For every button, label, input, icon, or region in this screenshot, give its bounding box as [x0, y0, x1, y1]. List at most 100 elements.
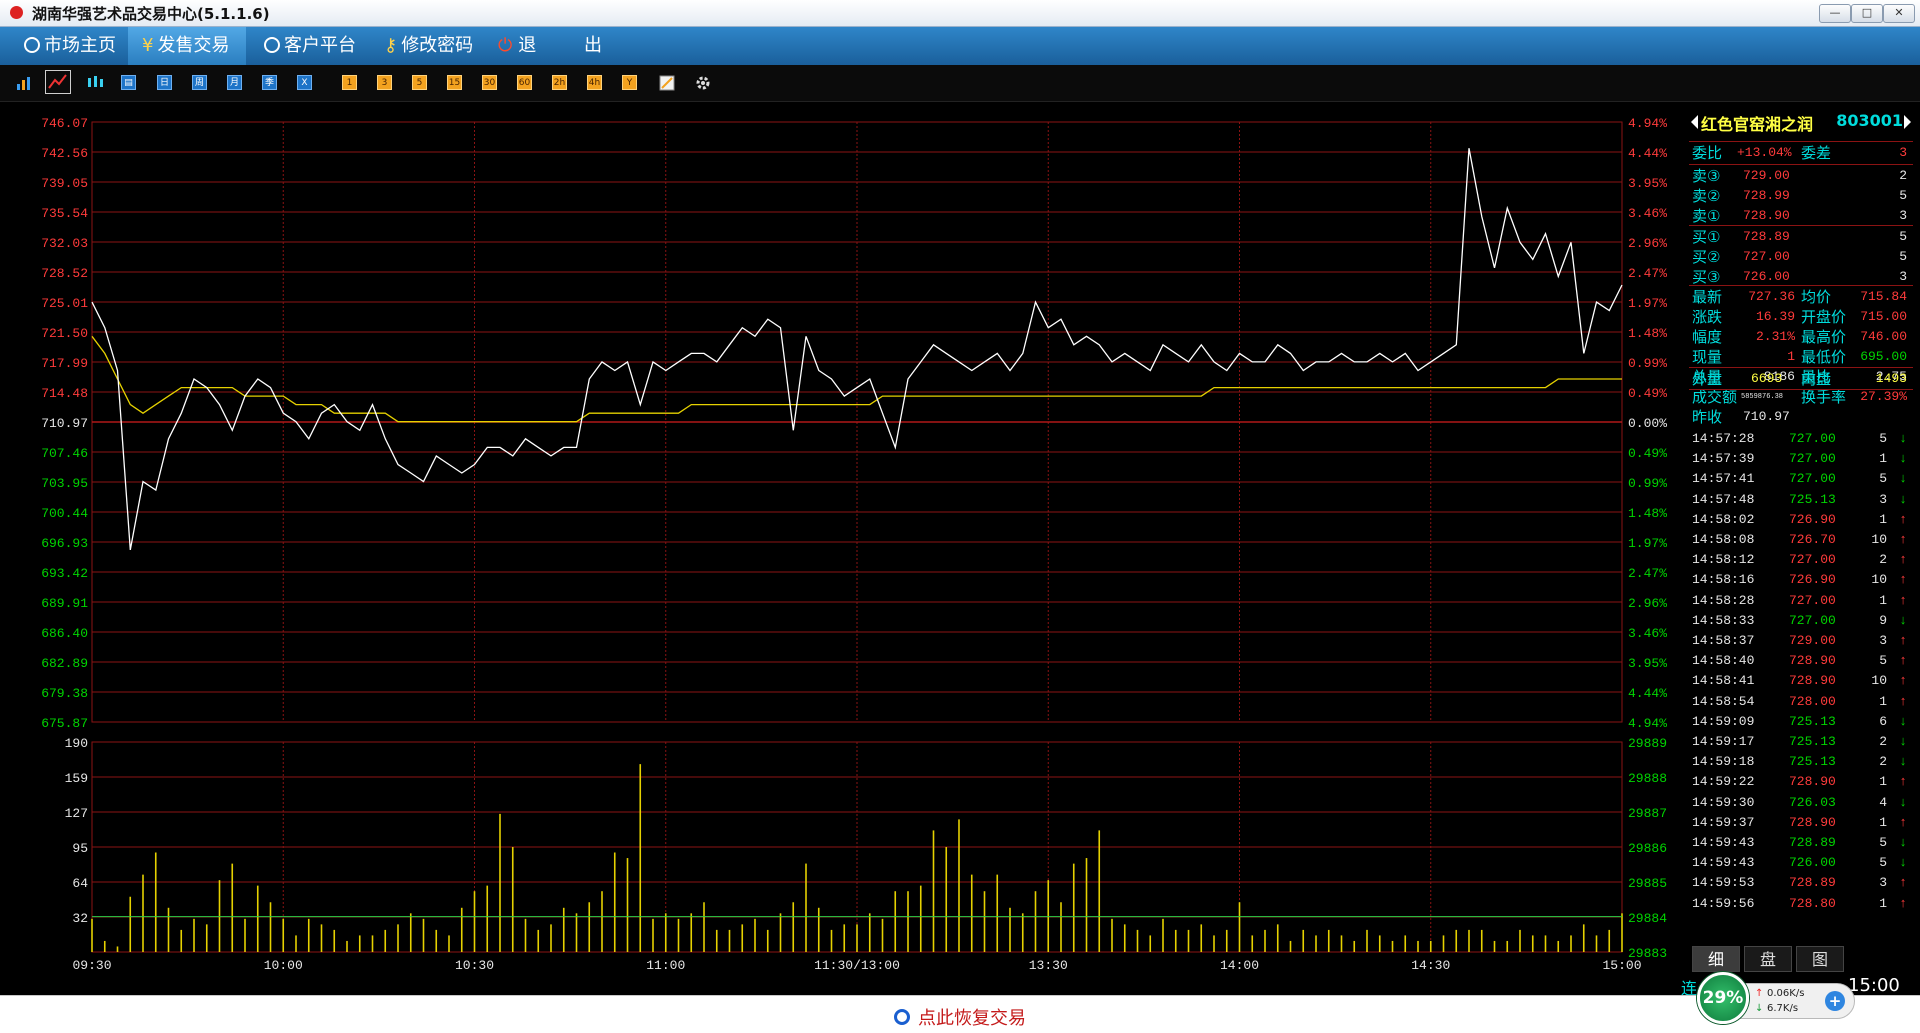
- buy-volume: 5: [1899, 249, 1907, 264]
- sell-level-row[interactable]: 卖② 728.99 5: [1689, 186, 1913, 206]
- power-icon: ⏻: [498, 35, 513, 56]
- price-line: [91, 148, 1623, 551]
- tick-row: 14:58:54 728.00 1 ↑: [1689, 692, 1913, 712]
- minute-5-button[interactable]: 5: [412, 75, 427, 90]
- close-button[interactable]: ✕: [1883, 4, 1915, 23]
- tick-row: 14:59:22 728.90 1 ↑: [1689, 772, 1913, 792]
- download-speed: 6.7K/s: [1767, 1003, 1799, 1014]
- sell-price: 729.00: [1743, 168, 1790, 183]
- arrow-down-icon: ↓: [1899, 754, 1907, 770]
- tick-row: 14:58:28 727.00 1 ↑: [1689, 591, 1913, 611]
- draw-tool-icon[interactable]: [659, 75, 675, 91]
- minute-60-button[interactable]: 60: [517, 75, 532, 90]
- menu-label: 市场主页: [44, 35, 116, 56]
- price-tick-label: 735.54: [41, 206, 88, 221]
- menu-label: 退: [518, 35, 537, 56]
- outer-inner-row: 外盘 6693 内盘 1493: [1689, 369, 1913, 389]
- weibi-value: +13.04%: [1737, 145, 1792, 160]
- upload-icon: ↑: [1755, 988, 1764, 999]
- prevclose-row: 昨收 710.97: [1689, 407, 1913, 427]
- tick-volume: 10: [1871, 532, 1887, 547]
- tick-time: 14:59:43: [1692, 855, 1755, 871]
- download-icon: ↓: [1755, 1003, 1764, 1014]
- minute-30-button[interactable]: 30: [482, 75, 497, 90]
- tick-row: 14:59:37 728.90 1 ↑: [1689, 813, 1913, 833]
- menu-label: 发售交易: [157, 35, 230, 56]
- tick-time: 14:57:41: [1692, 471, 1755, 487]
- price-tick-label: 746.07: [41, 116, 88, 131]
- change-value: 16.39: [1755, 309, 1795, 324]
- tick-row: 14:58:33 727.00 9 ↓: [1689, 611, 1913, 631]
- menu-exit[interactable]: ⏻ 退 出: [498, 27, 608, 65]
- tick-volume: 5: [1879, 431, 1887, 446]
- volume-tick-label: 159: [65, 771, 88, 786]
- arrow-up-icon: ↑: [1899, 653, 1907, 669]
- calendar-icon[interactable]: ▤: [121, 75, 136, 90]
- tick-volume: 5: [1879, 835, 1887, 850]
- curvol-value: 1: [1787, 349, 1795, 364]
- next-stock-icon[interactable]: [1904, 115, 1911, 129]
- prev-stock-icon[interactable]: [1691, 115, 1698, 129]
- period-quarter-button[interactable]: 季: [262, 75, 277, 90]
- tick-row: 14:59:43 726.00 5 ↓: [1689, 853, 1913, 873]
- time-tick-label: 11:00: [646, 958, 685, 973]
- turnrate-label: 换手率: [1801, 388, 1847, 406]
- pct-tick-label: 4.44%: [1628, 146, 1667, 161]
- add-icon[interactable]: +: [1825, 991, 1845, 1011]
- price-tick-label: 679.38: [41, 686, 88, 701]
- hour-4-button[interactable]: 4h: [587, 75, 602, 90]
- buy-level-row[interactable]: 买② 727.00 5: [1689, 247, 1913, 267]
- buy-level-row[interactable]: 买③ 726.00 3: [1689, 267, 1913, 287]
- period-week-button[interactable]: 周: [192, 75, 207, 90]
- tick-time: 14:59:17: [1692, 734, 1755, 749]
- tick-price: 729.00: [1789, 633, 1836, 648]
- sell-level-row[interactable]: 卖③ 729.00 2: [1689, 166, 1913, 186]
- hour-2-button[interactable]: 2h: [552, 75, 567, 90]
- bar-chart-icon[interactable]: [16, 75, 32, 91]
- open-label: 开盘价: [1801, 308, 1847, 326]
- tick-time: 14:58:33: [1692, 612, 1755, 628]
- arrow-down-icon: ↓: [1899, 835, 1907, 850]
- year-button[interactable]: Y: [622, 75, 637, 90]
- network-monitor[interactable]: 29% ↑ 0.06K/s ↓ 6.7K/s +: [1697, 969, 1855, 1025]
- minimize-button[interactable]: —: [1819, 4, 1851, 23]
- pct-tick-label: 4.44%: [1628, 686, 1667, 701]
- tick-volume: 10: [1871, 572, 1887, 588]
- buy-level-row[interactable]: 买① 728.89 5: [1689, 227, 1913, 247]
- tick-price: 728.00: [1789, 693, 1836, 709]
- buy-level-label: 买③: [1692, 268, 1721, 286]
- time-tick-label: 11:30/13:00: [814, 958, 900, 973]
- period-x-button[interactable]: X: [297, 75, 312, 90]
- timeshare-chart-button[interactable]: [45, 70, 71, 94]
- timeshare-chart[interactable]: 746.07 4.94% 742.56 4.44% 739.05 3.95% 735.54 3…: [0, 103, 1689, 995]
- period-day-button[interactable]: 日: [157, 75, 172, 90]
- arrow-down-icon: ↓: [1899, 855, 1907, 871]
- gear-icon[interactable]: [694, 74, 712, 92]
- arrow-down-icon: ↓: [1899, 794, 1907, 810]
- minute-3-button[interactable]: 3: [377, 75, 392, 90]
- period-month-button[interactable]: 月: [227, 75, 242, 90]
- sell-level-row[interactable]: 卖① 728.90 3: [1689, 206, 1913, 226]
- tick-price: 726.00: [1789, 855, 1836, 871]
- status-bar: 点此恢复交易: [0, 995, 1920, 1033]
- restore-trading-link[interactable]: 点此恢复交易: [0, 1004, 1920, 1030]
- menu-change-password[interactable]: ⚷ 修改密码: [384, 27, 484, 65]
- menu-client-platform[interactable]: 客户平台: [264, 27, 364, 65]
- minute-1-button[interactable]: 1: [342, 75, 357, 90]
- arrow-up-icon: ↑: [1899, 633, 1907, 648]
- time-tick-label: 13:30: [1029, 958, 1068, 973]
- inner-value: 1493: [1875, 371, 1907, 386]
- swirl-icon: [894, 1009, 910, 1025]
- candlestick-icon[interactable]: [86, 75, 104, 91]
- menu-sale-trading[interactable]: ¥ 发售交易: [128, 27, 246, 65]
- avg-value: 715.84: [1860, 289, 1907, 304]
- outer-value: 6693: [1751, 371, 1783, 386]
- menu-market-home[interactable]: 市场主页: [24, 27, 124, 65]
- pct-tick-label: 4.94%: [1628, 716, 1667, 731]
- price-tick-label: 700.44: [41, 506, 88, 521]
- buy-price: 726.00: [1743, 269, 1790, 284]
- maximize-button[interactable]: □: [1851, 4, 1883, 23]
- amp-label: 幅度: [1692, 328, 1723, 346]
- minute-15-button[interactable]: 15: [447, 75, 462, 90]
- stat-row: 幅度 2.31% 最高价 746.00: [1689, 327, 1913, 347]
